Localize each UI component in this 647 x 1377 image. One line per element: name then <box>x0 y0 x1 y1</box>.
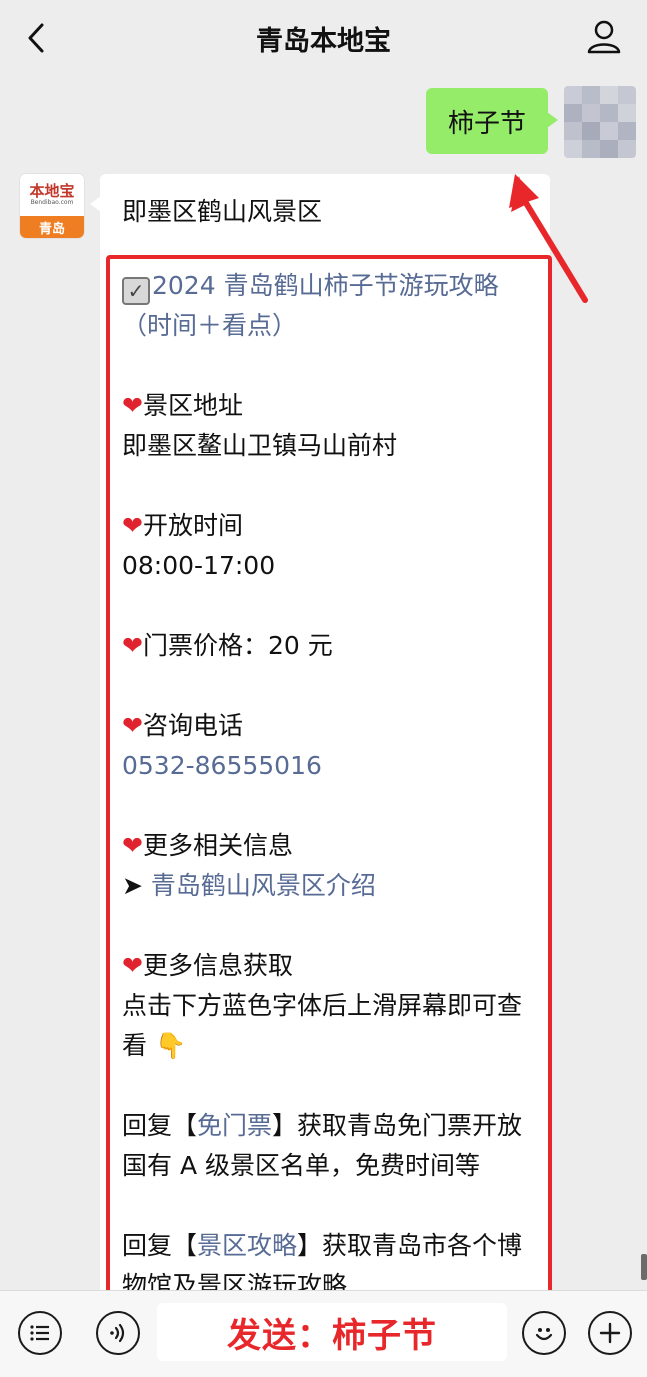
plus-icon <box>599 1322 621 1344</box>
address-text: 即墨区鳌山卫镇马山前村 <box>122 431 398 460</box>
voice-list-icon <box>30 1325 49 1341</box>
user-message-text: 柿子节 <box>447 108 526 139</box>
chat-title: 青岛本地宝 <box>256 25 391 57</box>
chat-header: 青岛本地宝 <box>0 0 647 76</box>
reply1-row: 回复【免门票】获取青岛免门票开放国有 A 级景区名单，免费时间等 <box>122 1111 523 1180</box>
reply1-link[interactable]: 免门票 <box>197 1111 272 1140</box>
check-icon: ✓ <box>122 277 150 305</box>
more-title: 更多相关信息 <box>142 831 293 860</box>
bot-avatar-city: 青岛 <box>20 216 84 238</box>
scrollbar[interactable] <box>641 1254 647 1280</box>
back-icon <box>28 23 44 53</box>
heart-icon: ❤ <box>122 511 143 540</box>
profile-icon <box>587 20 621 54</box>
heart-icon: ❤ <box>122 631 143 660</box>
bot-message-bubble: 即墨区鹤山风景区 ✓ 2024 青岛鹤山柿子节游玩攻略（时间＋看点） ❤景区地址 … <box>100 174 550 1294</box>
reply2-link[interactable]: 景区攻略 <box>197 1231 297 1260</box>
get-more-title: 更多信息获取 <box>142 951 293 980</box>
hours-text: 08:00-17:00 <box>122 551 276 580</box>
reply2-row: 回复【景区攻略】获取青岛市各个博物馆及景区游玩攻略 <box>122 1231 523 1294</box>
send-annotation-text: 发送：柿子节 <box>227 1315 437 1356</box>
more-link[interactable]: 青岛鹤山风景区介绍 <box>151 871 376 900</box>
arrow-right-icon: ➤ <box>122 871 151 900</box>
pointing-down-icon: 👇 <box>147 1031 187 1060</box>
message-input[interactable]: 发送：柿子节 <box>157 1303 507 1361</box>
plus-button[interactable] <box>588 1311 632 1355</box>
menu-button[interactable] <box>18 1311 62 1355</box>
heart-icon: ❤ <box>122 951 143 980</box>
user-message-bubble[interactable]: 柿子节 <box>426 88 558 154</box>
profile-button[interactable] <box>583 16 625 58</box>
phone-title: 咨询电话 <box>142 711 243 740</box>
back-button[interactable] <box>18 18 54 58</box>
voice-icon <box>110 1323 125 1343</box>
heart-icon: ❤ <box>122 831 143 860</box>
heart-icon: ❤ <box>122 711 143 740</box>
bot-avatar[interactable]: 本地宝 Bendibao.com 青岛 <box>20 174 84 238</box>
guide-link[interactable]: 2024 青岛鹤山柿子节游玩攻略（时间＋看点） <box>122 271 499 340</box>
emoji-icon <box>535 1328 553 1341</box>
bot-avatar-brand: 本地宝 <box>29 182 75 200</box>
address-title: 景区地址 <box>142 391 243 420</box>
guide-row: ✓ 2024 青岛鹤山柿子节游玩攻略（时间＋看点） <box>122 266 542 346</box>
user-avatar[interactable] <box>564 86 636 158</box>
heart-icon: ❤ <box>122 391 143 420</box>
bot-message-content: ✓ 2024 青岛鹤山柿子节游玩攻略（时间＋看点） ❤景区地址 即墨区鳌山卫镇马山… <box>122 266 542 1294</box>
emoji-button[interactable] <box>522 1311 566 1355</box>
hours-title: 开放时间 <box>142 511 243 540</box>
voice-button[interactable] <box>96 1311 140 1355</box>
phone-link[interactable]: 0532-86555016 <box>122 746 542 786</box>
bot-intro-text: 即墨区鹤山风景区 <box>122 197 323 226</box>
input-bar: 发送：柿子节 <box>0 1290 647 1377</box>
price-text: 门票价格：20 元 <box>142 631 333 660</box>
bot-avatar-sub: Bendibao.com <box>30 199 74 206</box>
